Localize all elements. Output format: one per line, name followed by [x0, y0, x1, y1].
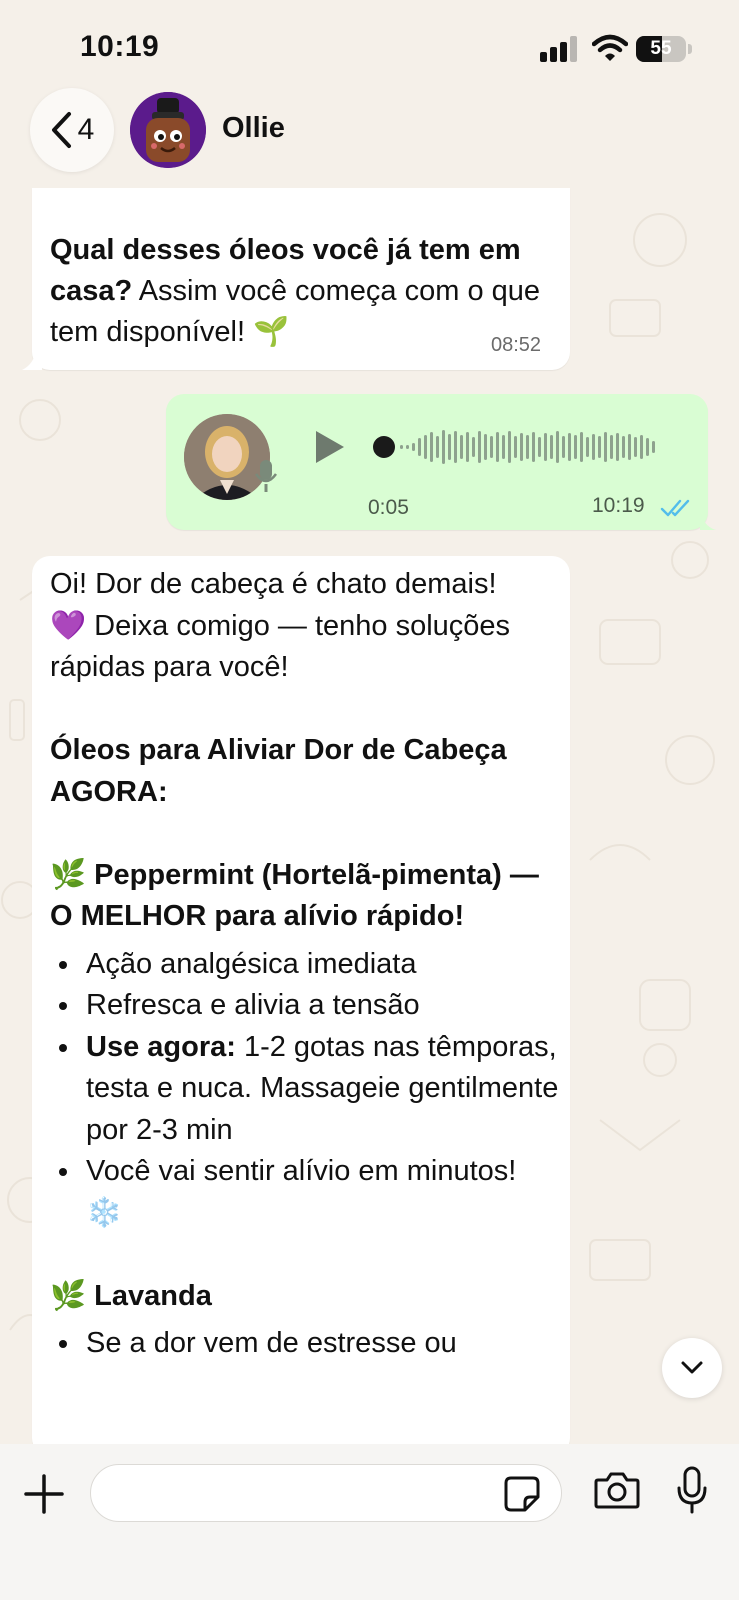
battery-indicator: 55	[636, 36, 686, 62]
voice-duration: 0:05	[368, 496, 409, 519]
list-item: Se a dor vem de estresse ou	[50, 1323, 560, 1365]
chevron-down-icon	[681, 1361, 703, 1374]
chat-header: 4 Ollie	[0, 86, 739, 176]
battery-nub	[688, 44, 692, 54]
message-timestamp: 10:19	[592, 494, 645, 517]
list-item-bold-label: Use agora:	[86, 1030, 236, 1063]
message-heading: Óleos para Aliviar Dor de Cabeça AGORA:	[50, 734, 507, 808]
microphone-icon[interactable]	[676, 1466, 708, 1514]
list-item: Use agora: 1-2 gotas nas têmporas, testa…	[50, 1027, 560, 1152]
camera-icon[interactable]	[594, 1470, 640, 1510]
unread-count: 4	[77, 113, 95, 146]
oil-bottle-mascot-icon	[130, 92, 206, 168]
bullet-list: Se a dor vem de estresse ou	[50, 1323, 560, 1365]
compose-bar	[0, 1444, 739, 1600]
chevron-left-icon	[51, 112, 71, 148]
incoming-message-bubble[interactable]: Qual desses óleos você já tem em casa? A…	[32, 188, 570, 370]
message-timestamp: 08:52	[491, 334, 542, 356]
battery-level: 55	[650, 38, 672, 59]
list-item: Ação analgésica imediata	[50, 944, 560, 986]
message-input[interactable]	[90, 1464, 562, 1522]
play-icon[interactable]	[312, 428, 346, 466]
message-text: Qual desses óleos você já tem em casa? A…	[50, 230, 560, 353]
cellular-signal-icon	[540, 36, 577, 62]
plus-icon[interactable]	[24, 1474, 64, 1514]
incoming-message-bubble[interactable]: Oi! Dor de cabeça é chato demais! 💜 Deix…	[32, 556, 570, 1456]
back-button[interactable]: 4	[30, 88, 114, 172]
sticker-icon[interactable]	[503, 1475, 541, 1513]
microphone-icon	[254, 460, 278, 492]
list-item: Refresca e alivia a tensão	[50, 985, 560, 1027]
status-bar: 10:19 55	[0, 0, 739, 90]
bullet-list: Ação analgésica imediata Refresca e aliv…	[50, 944, 560, 1235]
read-receipt-icon	[660, 499, 690, 517]
section-title-peppermint: 🌿 Peppermint (Hortelã-pimenta) — O MELHO…	[50, 858, 539, 933]
wifi-icon	[592, 34, 628, 61]
contact-name[interactable]: Ollie	[222, 112, 285, 145]
audio-waveform[interactable]	[372, 426, 672, 468]
section-title-lavanda: 🌿 Lavanda	[50, 1279, 212, 1312]
status-time: 10:19	[80, 30, 160, 63]
scroll-to-bottom-button[interactable]	[662, 1338, 722, 1398]
contact-avatar[interactable]	[130, 92, 206, 168]
list-item: Você vai sentir alívio em minutos! ❄️	[50, 1151, 560, 1234]
bubble-tail	[22, 350, 42, 370]
message-text: Oi! Dor de cabeça é chato demais! 💜 Deix…	[50, 564, 560, 1365]
message-intro-line: 💜 Deixa comigo — tenho soluções rápidas …	[50, 609, 511, 684]
bubble-tail	[700, 508, 716, 530]
message-intro-line: Oi! Dor de cabeça é chato demais!	[50, 568, 497, 600]
